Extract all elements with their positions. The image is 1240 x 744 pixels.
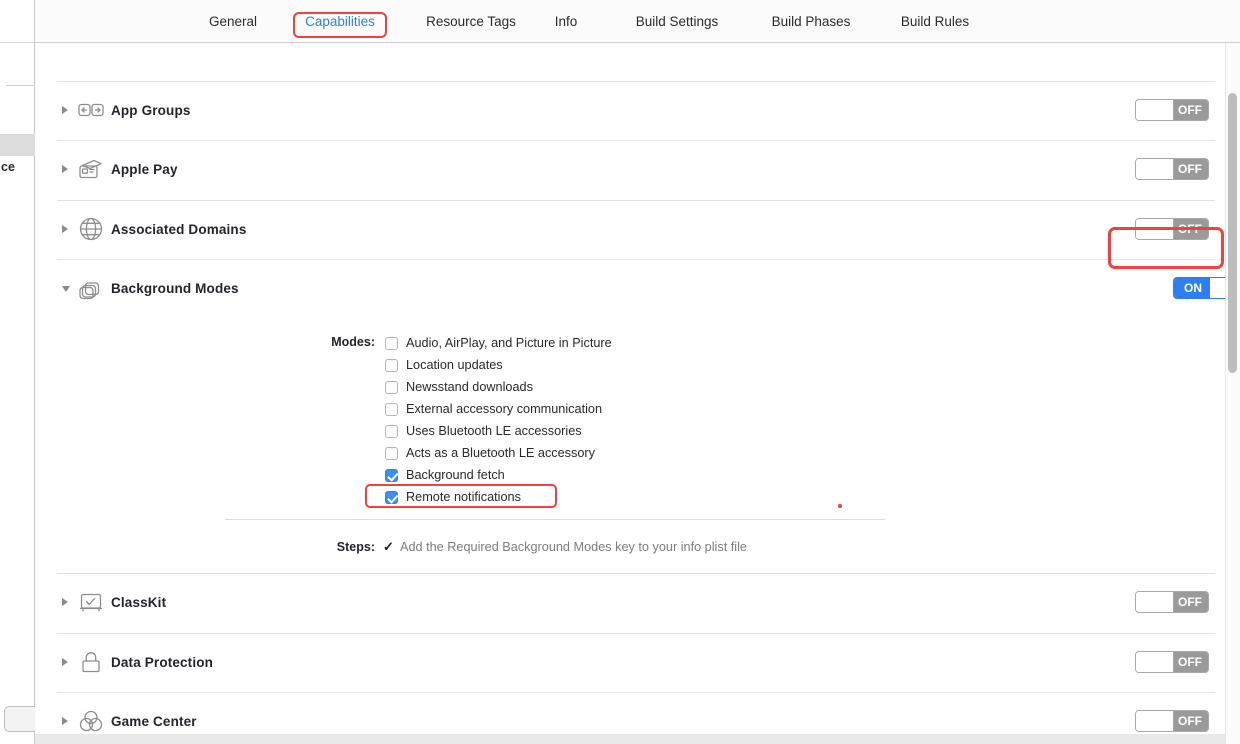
capability-title-app-groups: App Groups: [111, 103, 191, 118]
scrollbar-track[interactable]: [1225, 43, 1240, 744]
xcode-capabilities-screen: ce General Capabilities Resource Tags Info B…: [0, 0, 1240, 744]
classkit-icon: [76, 587, 106, 617]
associated-domains-icon: [76, 214, 106, 244]
mode-label-external-accessory-communication: External accessory communication: [406, 402, 603, 416]
capability-row-data-protection[interactable]: Data Protection OFF: [35, 633, 1215, 692]
tab-general[interactable]: General: [195, 0, 271, 43]
mode-label-uses-bluetooth-le-accessories: Uses Bluetooth LE accessories: [406, 424, 582, 438]
game-center-icon: [76, 706, 106, 736]
capability-title-game-center: Game Center: [111, 714, 197, 729]
checkbox-background-fetch[interactable]: [385, 469, 398, 482]
tab-list: General Capabilities Resource Tags Info Buil…: [35, 0, 1240, 43]
tab-resource-tags[interactable]: Resource Tags: [407, 0, 535, 43]
capability-row-classkit[interactable]: ClassKit OFF: [35, 573, 1215, 632]
toggle-app-groups[interactable]: OFF: [1135, 99, 1209, 121]
background-modes-icon: [76, 273, 106, 303]
row-separator: [57, 200, 1215, 201]
tab-build-phases[interactable]: Build Phases: [753, 0, 869, 43]
apple-pay-icon: [76, 154, 106, 184]
checkbox-acts-as-a-bluetooth-le-accessory[interactable]: [385, 447, 398, 460]
sidebar-bottom-button[interactable]: [4, 706, 38, 732]
toggle-knob: [1136, 592, 1174, 612]
chevron-right-icon-app-groups[interactable]: [62, 106, 68, 114]
toggle-knob: [1136, 711, 1174, 731]
row-separator: [57, 259, 1215, 260]
toggle-data-protection[interactable]: OFF: [1135, 651, 1209, 673]
checkbox-newsstand-downloads[interactable]: [385, 381, 398, 394]
chevron-down-icon-background-modes[interactable]: [62, 286, 70, 292]
toggle-knob: [1136, 159, 1174, 179]
capability-row-app-groups[interactable]: App Groups OFF: [35, 81, 1215, 140]
capability-title-background-modes: Background Modes: [111, 281, 239, 296]
toggle-classkit[interactable]: OFF: [1135, 591, 1209, 613]
app-groups-icon: [76, 95, 106, 125]
chevron-right-icon-data-protection[interactable]: [62, 658, 68, 666]
toggle-state-label: OFF: [1172, 711, 1208, 731]
tab-build-rules[interactable]: Build Rules: [883, 0, 987, 43]
annotation-remote-notifications: [365, 484, 557, 508]
mode-label-audio-airplay-and-picture-in-picture: Audio, AirPlay, and Picture in Picture: [406, 336, 612, 350]
annotation-capabilities-tab: [293, 12, 387, 38]
checkbox-audio-airplay-and-picture-in-picture[interactable]: [385, 337, 398, 350]
checkbox-external-accessory-communication[interactable]: [385, 403, 398, 416]
toggle-state-label: OFF: [1172, 100, 1208, 120]
chevron-right-icon-game-center[interactable]: [62, 717, 68, 725]
toggle-state-label: OFF: [1172, 159, 1208, 179]
mode-label-location-updates: Location updates: [406, 358, 503, 372]
panel-bottom-edge: [35, 734, 1225, 744]
data-protection-icon: [76, 647, 106, 677]
toggle-state-label: ON: [1174, 278, 1212, 298]
sidebar-truncated-label: ce: [1, 160, 16, 174]
capability-row-associated-domains[interactable]: Associated Domains OFF: [35, 200, 1215, 259]
capability-title-apple-pay: Apple Pay: [111, 162, 178, 177]
capability-row-apple-pay[interactable]: Apple Pay OFF: [35, 140, 1215, 199]
capability-title-data-protection: Data Protection: [111, 655, 214, 670]
modes-label: Modes:: [331, 335, 375, 349]
chevron-right-icon-associated-domains[interactable]: [62, 225, 68, 233]
chevron-right-icon-classkit[interactable]: [62, 598, 68, 606]
capabilities-list-panel: App Groups OFF Apple Pay OFF Associated Doma…: [35, 43, 1240, 744]
checkbox-location-updates[interactable]: [385, 359, 398, 372]
checkbox-uses-bluetooth-le-accessories[interactable]: [385, 425, 398, 438]
capability-row-background-modes[interactable]: Background Modes ON: [35, 259, 1240, 318]
capability-title-classkit: ClassKit: [111, 595, 167, 610]
sidebar-divider: [6, 85, 35, 86]
mode-label-background-fetch: Background fetch: [406, 468, 505, 482]
toggle-state-label: OFF: [1172, 652, 1208, 672]
row-separator: [57, 633, 1215, 634]
tab-build-settings[interactable]: Build Settings: [613, 0, 741, 43]
steps-check-icon: ✓: [383, 539, 394, 554]
steps-description: Add the Required Background Modes key to…: [400, 540, 747, 554]
tab-info[interactable]: Info: [547, 0, 585, 43]
row-separator: [57, 81, 1215, 82]
mode-label-acts-as-a-bluetooth-le-accessory: Acts as a Bluetooth LE accessory: [406, 446, 595, 460]
left-sidebar-fragment: ce: [0, 0, 38, 744]
toggle-apple-pay[interactable]: OFF: [1135, 158, 1209, 180]
row-separator: [57, 140, 1215, 141]
row-separator: [57, 573, 1215, 574]
steps-divider: [225, 519, 885, 520]
toggle-game-center[interactable]: OFF: [1135, 710, 1209, 732]
sidebar-top-divider: [0, 42, 35, 43]
editor-tab-bar: General Capabilities Resource Tags Info Buil…: [35, 0, 1240, 43]
annotation-background-modes-toggle: [1108, 227, 1224, 269]
toggle-knob: [1136, 100, 1174, 120]
mode-label-newsstand-downloads: Newsstand downloads: [406, 380, 533, 394]
steps-label: Steps:: [336, 540, 375, 554]
scrollbar-thumb[interactable]: [1228, 93, 1237, 373]
toggle-knob: [1136, 652, 1174, 672]
row-separator: [57, 692, 1215, 693]
toggle-state-label: OFF: [1172, 592, 1208, 612]
sidebar-selected-band[interactable]: [0, 134, 35, 156]
capability-title-associated-domains: Associated Domains: [111, 222, 247, 237]
annotation-dot: [838, 504, 842, 508]
chevron-right-icon-apple-pay[interactable]: [62, 165, 68, 173]
